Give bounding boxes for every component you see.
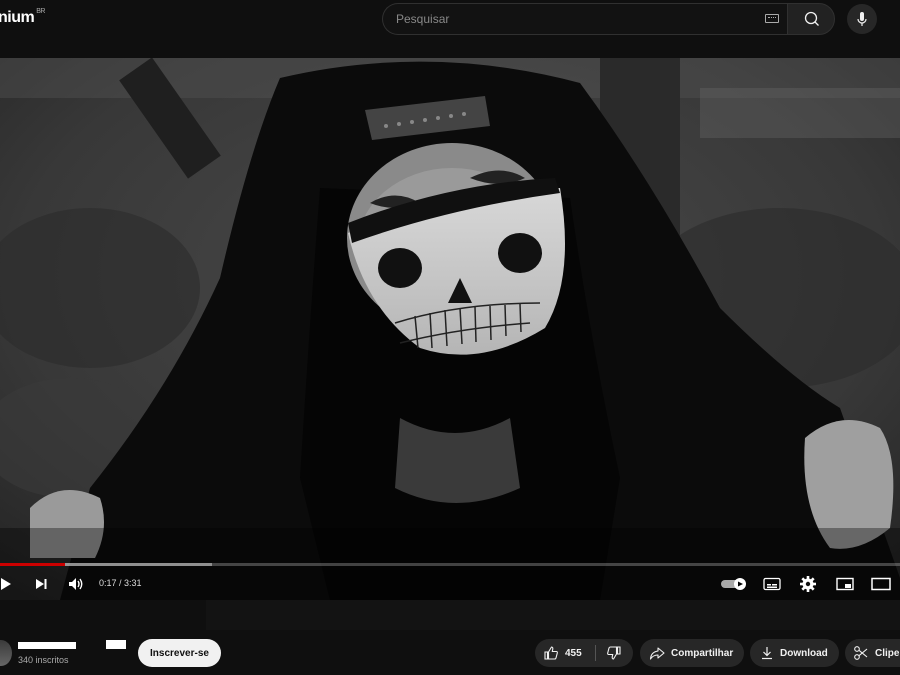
redaction-block: [18, 642, 76, 649]
subtitles-button[interactable]: [760, 572, 784, 596]
subtitles-icon: [763, 577, 781, 591]
mute-button[interactable]: [64, 572, 88, 596]
microphone-icon: [857, 12, 867, 26]
next-button[interactable]: [29, 572, 53, 596]
duration: 3:31: [124, 578, 142, 588]
miniplayer-button[interactable]: [833, 572, 857, 596]
play-icon: [1, 578, 11, 590]
share-icon: [649, 647, 665, 660]
subscribe-button[interactable]: Inscrever-se: [138, 639, 221, 667]
volume-icon: [69, 578, 83, 590]
autoplay-icon: [721, 578, 746, 590]
logo-text: nium: [0, 9, 35, 26]
download-label: Download: [780, 647, 828, 659]
theater-mode-button[interactable]: [869, 572, 893, 596]
time-separator: /: [116, 578, 125, 588]
like-count: 455: [565, 647, 582, 659]
dislike-button[interactable]: [596, 639, 632, 667]
video-frame[interactable]: [0, 58, 900, 600]
progress-played: [0, 563, 65, 566]
like-button[interactable]: 455: [535, 639, 595, 667]
redaction-block: [106, 640, 126, 649]
share-button[interactable]: Compartilhar: [640, 639, 744, 667]
gear-icon: [800, 576, 816, 592]
download-icon: [762, 647, 772, 660]
settings-button[interactable]: [796, 572, 820, 596]
search-button[interactable]: [787, 3, 835, 35]
masthead: nium BR: [0, 0, 900, 58]
video-player[interactable]: 0:17 / 3:31: [0, 58, 900, 600]
logo-country-code: BR: [36, 8, 45, 15]
miniplayer-icon: [836, 577, 854, 591]
voice-search-button[interactable]: [847, 4, 877, 34]
autoplay-toggle[interactable]: [720, 572, 748, 596]
clip-label: Clipe: [875, 647, 900, 659]
play-button[interactable]: [0, 572, 18, 596]
clip-button[interactable]: Clipe: [845, 639, 900, 667]
search-box: [382, 3, 787, 35]
skip-next-icon: [36, 579, 47, 589]
like-dislike-group: 455: [535, 639, 633, 667]
channel-name-redacted[interactable]: [18, 637, 128, 649]
download-button[interactable]: Download: [750, 639, 839, 667]
theater-mode-icon: [871, 577, 891, 591]
progress-bar[interactable]: [0, 563, 900, 566]
meta-divider: [206, 600, 900, 630]
thumbs-up-icon: [544, 646, 558, 660]
subscriber-count: 340 inscritos: [18, 655, 69, 665]
time-display: 0:17 / 3:31: [99, 578, 142, 588]
search-icon: [804, 11, 819, 26]
search-input[interactable]: [396, 4, 756, 34]
player-controls: 0:17 / 3:31: [0, 568, 900, 600]
thumbs-down-icon: [607, 646, 621, 660]
scissors-icon: [854, 646, 868, 660]
share-label: Compartilhar: [671, 647, 734, 659]
youtube-logo[interactable]: nium BR: [0, 8, 45, 27]
keyboard-icon[interactable]: [765, 14, 779, 23]
current-time: 0:17: [99, 578, 117, 588]
